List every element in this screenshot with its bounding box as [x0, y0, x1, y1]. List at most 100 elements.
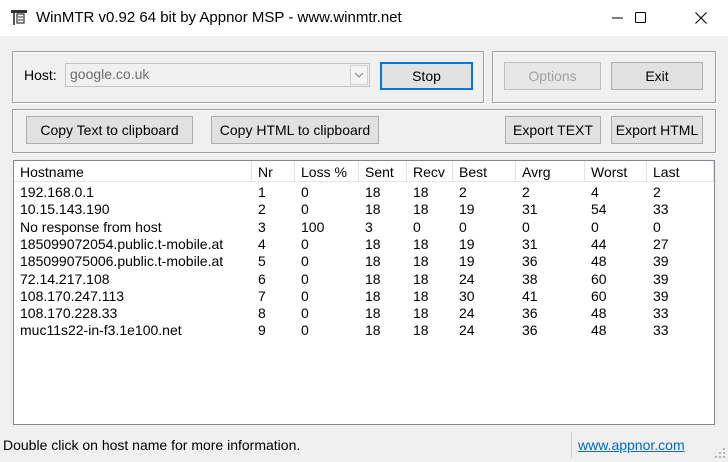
host-dropdown-button[interactable]: [350, 65, 368, 85]
cell-loss: 100: [301, 218, 325, 235]
close-button[interactable]: [678, 0, 724, 36]
cell-recv: 0: [413, 218, 421, 235]
table-row[interactable]: 10.15.143.190 2 0 18 18 19 31 54 33: [14, 201, 714, 218]
cell-avrg: 31: [522, 201, 538, 218]
cell-sent: 18: [365, 253, 381, 270]
table-row[interactable]: 108.170.247.113 7 0 18 18 30 41 60 39: [14, 288, 714, 305]
cell-worst: 0: [591, 218, 599, 235]
cell-worst: 60: [591, 287, 607, 304]
title-bar[interactable]: WinMTR v0.92 64 bit by Appnor MSP - www.…: [0, 0, 728, 36]
cell-hostname[interactable]: 108.170.228.33: [14, 305, 117, 322]
cell-last: 2: [653, 184, 661, 200]
cell-sent: 3: [365, 218, 373, 235]
copy-text-button[interactable]: Copy Text to clipboard: [26, 116, 193, 144]
options-button[interactable]: Options: [504, 62, 601, 90]
column-header-sent[interactable]: Sent: [359, 161, 407, 181]
cell-best: 0: [459, 218, 467, 235]
table-row[interactable]: 108.170.228.33 8 0 18 18 24 36 48 33: [14, 305, 714, 322]
cell-nr: 9: [258, 322, 266, 339]
cell-last: 27: [653, 235, 669, 252]
cell-loss: 0: [301, 287, 309, 304]
cell-sent: 18: [365, 305, 381, 322]
cell-worst: 60: [591, 270, 607, 287]
table-row[interactable]: muc11s22-in-f3.1e100.net 9 0 18 18 24 36 48 33: [14, 322, 714, 339]
cell-best: 19: [459, 201, 475, 218]
cell-last: 39: [653, 253, 669, 270]
network-tool-icon[interactable]: [10, 9, 28, 27]
table-row[interactable]: 185099072054.public.t-mobile.at 4 0 18 18 19 3…: [14, 236, 714, 253]
cell-worst: 48: [591, 305, 607, 322]
host-input[interactable]: google.co.uk: [70, 66, 149, 82]
trace-results-table[interactable]: Hostname Nr Loss % Sent Recv Best Avrg W…: [13, 160, 715, 425]
cell-sent: 18: [365, 184, 381, 200]
cell-best: 24: [459, 305, 475, 322]
table-row[interactable]: 72.14.217.108 6 0 18 18 24 38 60 39: [14, 271, 714, 288]
cell-recv: 18: [413, 287, 429, 304]
export-html-button[interactable]: Export HTML: [611, 116, 703, 144]
column-header-hostname[interactable]: Hostname: [14, 161, 252, 181]
cell-avrg: 41: [522, 287, 538, 304]
column-header-recv[interactable]: Recv: [407, 161, 453, 181]
column-header-nr[interactable]: Nr: [252, 161, 295, 181]
cell-hostname[interactable]: 192.168.0.1: [14, 184, 94, 201]
host-combobox[interactable]: google.co.uk: [65, 63, 370, 87]
host-label: Host:: [24, 67, 57, 83]
cell-best: 19: [459, 253, 475, 270]
column-header-best[interactable]: Best: [453, 161, 516, 181]
cell-sent: 18: [365, 270, 381, 287]
column-header-last[interactable]: Last: [647, 161, 714, 181]
column-header-loss[interactable]: Loss %: [295, 161, 359, 181]
cell-last: 39: [653, 287, 669, 304]
status-message: Double click on host name for more infor…: [3, 437, 301, 453]
cell-nr: 3: [258, 218, 266, 235]
maximize-icon: [635, 12, 647, 24]
exit-button[interactable]: Exit: [611, 62, 703, 90]
cell-last: 33: [653, 322, 669, 339]
table-row[interactable]: 192.168.0.1 1 0 18 18 2 2 4 2: [14, 184, 714, 201]
cell-nr: 6: [258, 270, 266, 287]
cell-avrg: 36: [522, 322, 538, 339]
maximize-button[interactable]: [618, 0, 664, 36]
table-row[interactable]: No response from host 3 100 3 0 0 0 0 0: [14, 219, 714, 236]
cell-nr: 1: [258, 184, 266, 200]
table-row[interactable]: 185099075006.public.t-mobile.at 5 0 18 18 19 3…: [14, 253, 714, 270]
cell-worst: 48: [591, 253, 607, 270]
status-divider: [571, 432, 572, 458]
cell-loss: 0: [301, 253, 309, 270]
cell-hostname[interactable]: 185099075006.public.t-mobile.at: [14, 253, 223, 270]
cell-sent: 18: [365, 235, 381, 252]
appnor-link[interactable]: www.appnor.com: [578, 437, 685, 453]
cell-last: 0: [653, 218, 661, 235]
cell-hostname[interactable]: 185099072054.public.t-mobile.at: [14, 236, 223, 253]
cell-recv: 18: [413, 201, 429, 218]
cell-worst: 54: [591, 201, 607, 218]
cell-recv: 18: [413, 305, 429, 322]
cell-worst: 4: [591, 184, 599, 200]
cell-hostname[interactable]: 72.14.217.108: [14, 271, 110, 288]
copy-html-button[interactable]: Copy HTML to clipboard: [211, 116, 379, 144]
cell-avrg: 36: [522, 305, 538, 322]
cell-last: 39: [653, 270, 669, 287]
cell-hostname[interactable]: muc11s22-in-f3.1e100.net: [14, 322, 182, 339]
cell-hostname[interactable]: 10.15.143.190: [14, 201, 110, 218]
cell-recv: 18: [413, 253, 429, 270]
cell-best: 30: [459, 287, 475, 304]
cell-worst: 44: [591, 235, 607, 252]
stop-button[interactable]: Stop: [380, 62, 473, 90]
export-text-button[interactable]: Export TEXT: [505, 116, 601, 144]
cell-sent: 18: [365, 287, 381, 304]
cell-hostname[interactable]: No response from host: [14, 219, 162, 236]
resize-grip-icon[interactable]: [714, 446, 726, 462]
cell-loss: 0: [301, 235, 309, 252]
cell-last: 33: [653, 305, 669, 322]
cell-nr: 2: [258, 201, 266, 218]
column-header-worst[interactable]: Worst: [585, 161, 647, 181]
cell-loss: 0: [301, 305, 309, 322]
cell-loss: 0: [301, 322, 309, 339]
cell-sent: 18: [365, 322, 381, 339]
column-header-avrg[interactable]: Avrg: [516, 161, 585, 181]
cell-recv: 18: [413, 322, 429, 339]
cell-hostname[interactable]: 108.170.247.113: [14, 288, 124, 305]
chevron-down-icon: [354, 72, 364, 78]
cell-nr: 7: [258, 287, 266, 304]
